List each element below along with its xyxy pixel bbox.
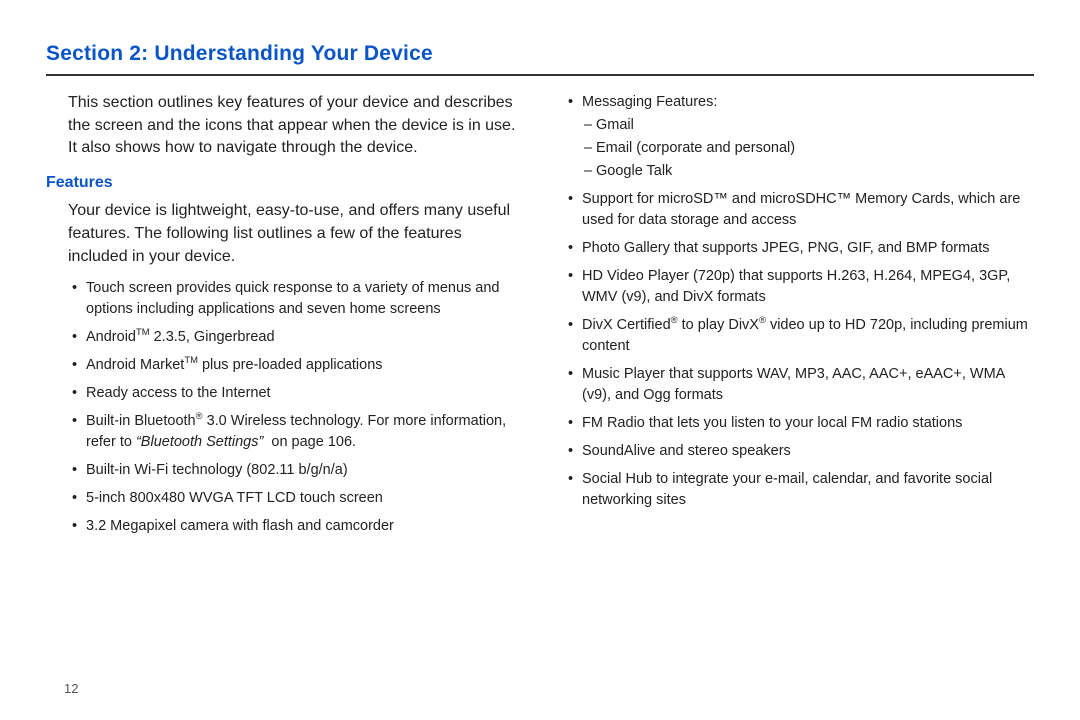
list-item: Touch screen provides quick response to … (86, 278, 520, 320)
features-list-left: Touch screen provides quick response to … (46, 278, 520, 537)
list-item: Android MarketTM plus pre-loaded applica… (86, 355, 520, 376)
list-item: HD Video Player (720p) that supports H.2… (582, 266, 1034, 308)
list-item: 3.2 Megapixel camera with flash and camc… (86, 516, 520, 537)
sublist: GmailEmail (corporate and personal)Googl… (582, 115, 1030, 182)
features-list-right: Messaging Features:GmailEmail (corporate… (560, 92, 1034, 511)
manual-page: Section 2: Understanding Your Device Thi… (0, 0, 1080, 720)
list-item: Social Hub to integrate your e-mail, cal… (582, 469, 1034, 511)
list-item: DivX Certified® to play DivX® video up t… (582, 315, 1034, 357)
page-number: 12 (64, 681, 78, 696)
list-item: AndroidTM 2.3.5, Gingerbread (86, 327, 520, 348)
list-item: Ready access to the Internet (86, 383, 520, 404)
left-column: This section outlines key features of yo… (46, 92, 520, 544)
list-item: Support for microSD™ and microSDHC™ Memo… (582, 189, 1034, 231)
list-item: 5-inch 800x480 WVGA TFT LCD touch screen (86, 488, 520, 509)
list-item: Messaging Features:GmailEmail (corporate… (582, 92, 1034, 182)
list-item: FM Radio that lets you listen to your lo… (582, 413, 1034, 434)
sublist-item: Google Talk (584, 161, 1030, 182)
features-heading: Features (46, 174, 520, 192)
features-intro: Your device is lightweight, easy-to-use,… (46, 200, 520, 268)
list-item: Photo Gallery that supports JPEG, PNG, G… (582, 238, 1034, 259)
sublist-item: Gmail (584, 115, 1030, 136)
two-column-layout: This section outlines key features of yo… (46, 92, 1034, 544)
list-item: SoundAlive and stereo speakers (582, 441, 1034, 462)
right-column: Messaging Features:GmailEmail (corporate… (560, 92, 1034, 544)
section-intro: This section outlines key features of yo… (46, 92, 520, 160)
list-item: Music Player that supports WAV, MP3, AAC… (582, 364, 1034, 406)
list-item: Built-in Bluetooth® 3.0 Wireless technol… (86, 411, 520, 453)
list-item: Built-in Wi-Fi technology (802.11 b/g/n/… (86, 460, 520, 481)
section-title: Section 2: Understanding Your Device (46, 42, 1034, 76)
sublist-item: Email (corporate and personal) (584, 138, 1030, 159)
